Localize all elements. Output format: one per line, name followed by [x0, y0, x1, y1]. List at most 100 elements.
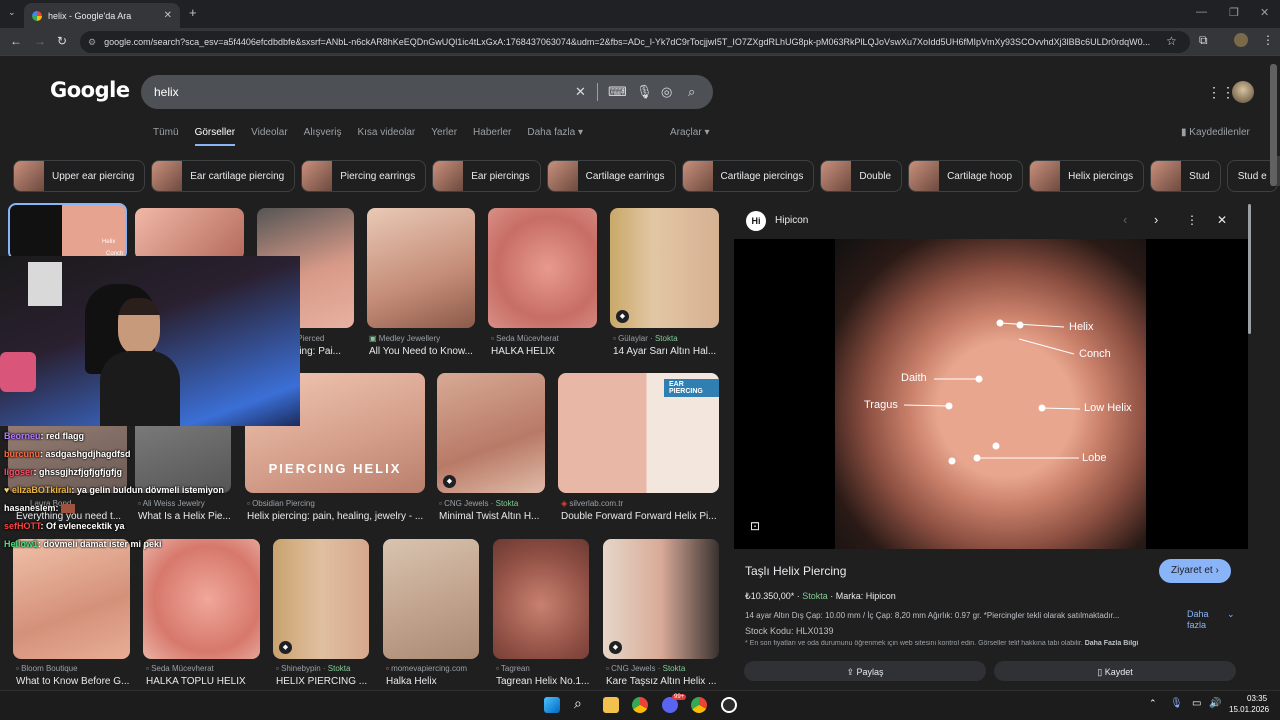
lens-icon[interactable]: ◎ [661, 84, 672, 100]
reload-icon[interactable]: ↻ [57, 34, 67, 48]
chip[interactable]: Double [820, 160, 903, 192]
browser-tab[interactable]: helix - Google'da Ara ✕ [24, 3, 180, 28]
more-link[interactable]: Daha fazla [1187, 609, 1221, 631]
result-image[interactable] [143, 539, 260, 659]
google-logo[interactable]: Google [50, 78, 130, 102]
result-image[interactable]: ◆ [273, 539, 369, 659]
result-title[interactable]: HALKA TOPLU HELIX [146, 676, 260, 687]
result-image[interactable] [383, 539, 479, 659]
search-icon[interactable]: ⌕ [688, 84, 695, 100]
result-image-selected[interactable]: Helix Conch [8, 203, 127, 260]
lens-search-icon[interactable]: ⊡ [750, 519, 760, 533]
chrome-icon[interactable] [632, 697, 648, 713]
file-explorer-icon[interactable] [603, 697, 619, 713]
tab-more[interactable]: Daha fazla ▾ [527, 127, 583, 146]
result-title[interactable]: What Is a Helix Pie... [138, 511, 234, 522]
result-title[interactable]: What to Know Before G... [16, 676, 130, 687]
chip[interactable]: Ear piercings [432, 160, 541, 192]
result-title[interactable]: Double Forward Forward Helix Pi... [561, 511, 719, 522]
site-name[interactable]: Hipicon [775, 215, 808, 226]
taskbar-search-icon[interactable]: ⌕ [574, 695, 582, 712]
account-avatar[interactable] [1232, 81, 1254, 103]
result-image[interactable] [493, 539, 589, 659]
microphone-icon[interactable]: 🎙 [636, 84, 653, 100]
page-scrollbar[interactable] [1270, 64, 1277, 186]
extensions-icon[interactable]: ⧉ [1199, 33, 1208, 48]
close-tab-icon[interactable]: ✕ [164, 10, 172, 21]
close-panel-icon[interactable]: ✕ [1217, 213, 1227, 227]
chrome-icon[interactable] [691, 697, 707, 713]
clock-date[interactable]: 15.01.2026 [1229, 705, 1269, 714]
result-image[interactable]: ◆ [610, 208, 719, 328]
result-title[interactable]: rcing: Pai... [291, 346, 353, 357]
tab-news[interactable]: Haberler [473, 127, 511, 146]
result-image[interactable] [367, 208, 475, 328]
result-title[interactable]: HELİX PİERCİNG ... [276, 676, 372, 687]
result-title[interactable]: All You Need to Know... [369, 346, 475, 357]
tab-all[interactable]: Tümü [153, 127, 179, 146]
search-input[interactable]: helix [141, 75, 713, 109]
result-title[interactable]: Halka Helix [386, 676, 482, 687]
close-window-icon[interactable]: ✕ [1260, 6, 1269, 19]
browser-menu-icon[interactable]: ⋮ [1262, 33, 1274, 47]
url-input[interactable]: ⚙ google.com/search?sca_esv=a5f4406efcdb… [80, 31, 1190, 53]
site-info-icon[interactable]: ⚙ [88, 37, 96, 48]
keyboard-icon[interactable]: ⌨ [608, 84, 627, 100]
result-title[interactable]: Helix piercing: pain, healing, jewelry -… [247, 511, 425, 522]
result-title[interactable]: 14 Ayar Sarı Altın Hal... [613, 346, 719, 357]
tab-videos[interactable]: Videolar [251, 127, 288, 146]
share-button[interactable]: ⇪ Paylaş [744, 661, 986, 681]
restore-icon[interactable]: ❐ [1229, 6, 1239, 19]
forward-icon[interactable]: → [34, 34, 46, 48]
tray-expand-icon[interactable]: ⌃ [1149, 698, 1157, 709]
result-image[interactable]: ◆ [437, 373, 545, 493]
chip[interactable]: Piercing earrings [301, 160, 427, 192]
profile-avatar[interactable] [1234, 33, 1248, 47]
chevron-down-icon[interactable]: ⌄ [1227, 609, 1235, 620]
chip[interactable]: Cartilage earrings [546, 160, 676, 192]
tab-list-icon[interactable]: ⌄ [8, 7, 16, 18]
clock-time[interactable]: 03:35 [1247, 694, 1267, 703]
result-title[interactable]: HALKA HELIX [491, 346, 597, 357]
visit-button[interactable]: Ziyaret et › [1159, 559, 1231, 583]
chip[interactable]: Stud [1150, 160, 1221, 192]
chat-message: hasaneslem: [4, 503, 76, 514]
result-image[interactable] [135, 208, 244, 260]
result-title[interactable]: Tagrean Helix No.1... [496, 676, 592, 687]
result-image[interactable]: ◆ [603, 539, 719, 659]
volume-icon[interactable]: 🔊 [1209, 698, 1221, 709]
result-image[interactable]: EAR PIERCING [558, 373, 719, 493]
prev-image-icon[interactable]: ‹ [1123, 212, 1127, 227]
tab-shopping[interactable]: Alışveriş [304, 127, 342, 146]
result-title[interactable]: Minimal Twist Altın H... [439, 511, 545, 522]
back-icon[interactable]: ← [10, 34, 22, 48]
tab-places[interactable]: Yerler [431, 127, 457, 146]
clear-search-icon[interactable]: ✕ [575, 84, 586, 100]
tab-images[interactable]: Görseller [194, 127, 236, 146]
panel-scrollbar[interactable] [1248, 204, 1251, 334]
saved-button[interactable]: ▮ Kaydedilenler [1181, 127, 1250, 138]
obs-icon[interactable] [721, 697, 737, 713]
chip[interactable]: Helix piercings [1029, 160, 1145, 192]
mic-tray-icon[interactable]: 🎙 [1170, 698, 1183, 709]
save-button[interactable]: ▯ Kaydet [994, 661, 1236, 681]
more-options-icon[interactable]: ⋮ [1186, 213, 1198, 227]
result-image[interactable] [13, 539, 130, 659]
minimize-icon[interactable]: — [1196, 6, 1207, 18]
result-image[interactable] [488, 208, 597, 328]
result-title[interactable]: Kare Taşsız Altın Helix ... [606, 676, 719, 687]
network-icon[interactable]: ▭ [1192, 698, 1201, 709]
preview-image[interactable]: Helix Conch Daith Tragus Low Helix Lobe … [734, 239, 1248, 549]
product-title[interactable]: Taşlı Helix Piercing [745, 564, 846, 578]
chip[interactable]: Cartilage hoop [908, 160, 1024, 192]
next-image-icon[interactable]: › [1154, 212, 1158, 227]
chip[interactable]: Cartilage piercings [681, 160, 815, 192]
start-icon[interactable] [544, 697, 560, 713]
bookmark-star-icon[interactable]: ☆ [1166, 34, 1177, 48]
chip[interactable]: Ear cartilage piercing [151, 160, 296, 192]
learn-more-link[interactable]: Daha Fazla Bilgi [1085, 640, 1139, 647]
tools-button[interactable]: Araçlar ▾ [670, 127, 710, 138]
tab-short-videos[interactable]: Kısa videolar [357, 127, 415, 146]
new-tab-button[interactable]: + [189, 5, 197, 20]
chip[interactable]: Upper ear piercing [13, 160, 146, 192]
